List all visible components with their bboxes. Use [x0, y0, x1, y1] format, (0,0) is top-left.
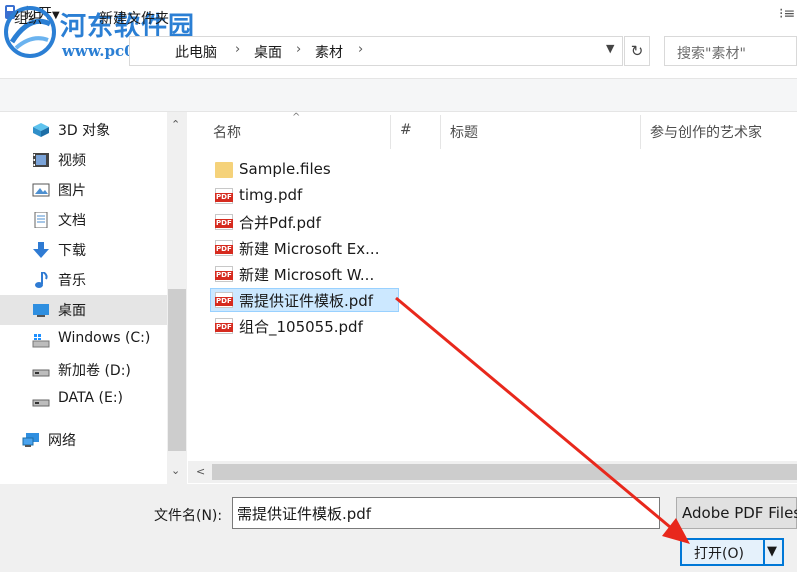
pdf-file-icon: PDF	[215, 266, 233, 282]
scroll-up-icon[interactable]: ⌃	[171, 118, 180, 131]
documents-icon	[34, 212, 48, 228]
file-name: Sample.files	[239, 160, 331, 178]
nav-label: 视频	[58, 153, 86, 169]
desktop-icon	[33, 304, 49, 317]
nav-item-network[interactable]: 网络	[0, 425, 167, 455]
nav-item-drive-e[interactable]: DATA (E:)	[0, 385, 167, 415]
file-row-selected[interactable]: PDF 需提供证件模板.pdf	[210, 288, 399, 312]
file-row[interactable]: Sample.files	[210, 158, 399, 182]
music-icon	[35, 272, 48, 288]
scroll-down-icon[interactable]: ⌄	[171, 464, 180, 477]
column-header-name[interactable]: 名称	[213, 122, 241, 142]
3d-objects-icon	[33, 123, 49, 137]
pdf-badge: PDF	[215, 297, 233, 306]
nav-item-3d-objects[interactable]: 3D 对象	[0, 115, 167, 145]
view-options-icon[interactable]: ⁝≡	[779, 6, 795, 22]
nav-item-drive-c[interactable]: Windows (C:)	[0, 325, 167, 355]
file-name: timg.pdf	[239, 186, 303, 204]
file-name: 需提供证件模板.pdf	[239, 292, 374, 310]
pdf-badge: PDF	[215, 219, 233, 228]
file-name: 组合_105055.pdf	[239, 318, 363, 336]
open-button-label: 打开(O)	[694, 546, 744, 562]
pdf-file-icon: PDF	[215, 292, 233, 308]
pdf-badge: PDF	[215, 193, 233, 202]
nav-label: 新加卷 (D:)	[58, 363, 131, 379]
nav-scrollbar-thumb[interactable]	[168, 289, 186, 451]
nav-label: 图片	[58, 183, 86, 199]
breadcrumb-separator[interactable]: ›	[358, 42, 363, 57]
nav-label: 文档	[58, 213, 86, 229]
search-placeholder: 搜索"素材"	[677, 46, 746, 62]
address-dropdown-icon[interactable]: ▼	[606, 42, 614, 55]
file-row[interactable]: PDF 新建 Microsoft Ex...	[210, 236, 399, 260]
refresh-icon: ↻	[630, 42, 644, 60]
file-row[interactable]: PDF 组合_105055.pdf	[210, 314, 399, 338]
horizontal-scrollbar-thumb[interactable]	[212, 464, 797, 480]
scroll-left-icon[interactable]: <	[196, 465, 205, 478]
network-icon	[22, 433, 39, 447]
refresh-button[interactable]: ↻	[624, 36, 650, 66]
pdf-file-icon: PDF	[215, 188, 233, 204]
address-bar[interactable]: 此电脑 › 桌面 › 素材 ›	[129, 36, 623, 66]
file-name: 新建 Microsoft Ex...	[239, 240, 380, 258]
filename-input[interactable]	[232, 497, 660, 529]
pdf-badge: PDF	[215, 271, 233, 280]
nav-item-videos[interactable]: 视频	[0, 145, 167, 175]
new-folder-button[interactable]: 新建文件夹	[99, 8, 169, 28]
nav-item-downloads[interactable]: 下载	[0, 235, 167, 265]
nav-item-documents[interactable]: 文档	[0, 205, 167, 235]
open-button[interactable]: 打开(O)	[680, 538, 765, 566]
nav-item-desktop[interactable]: 桌面	[0, 295, 167, 325]
search-input[interactable]: 搜索"素材"	[664, 36, 797, 66]
breadcrumb-materials[interactable]: 素材	[315, 42, 343, 62]
video-icon	[33, 153, 49, 167]
column-header-number[interactable]: #	[400, 122, 412, 138]
download-icon	[33, 242, 49, 258]
nav-label: 下载	[58, 243, 86, 259]
pictures-icon	[32, 183, 50, 197]
chevron-down-icon: ▼	[767, 544, 777, 559]
file-row[interactable]: PDF 合并Pdf.pdf	[210, 210, 399, 234]
open-options-button[interactable]: ▼	[764, 538, 784, 566]
drive-icon	[32, 369, 50, 377]
nav-label: DATA (E:)	[58, 390, 124, 406]
sort-ascending-icon: ^	[292, 112, 301, 123]
chevron-down-icon[interactable]: ▼	[52, 10, 60, 21]
nav-label: 网络	[48, 433, 76, 449]
breadcrumb-separator[interactable]: ›	[296, 42, 301, 57]
filetype-select[interactable]: Adobe PDF Files	[676, 497, 797, 529]
pdf-badge: PDF	[215, 245, 233, 254]
breadcrumb-separator[interactable]: ›	[235, 42, 240, 57]
nav-label: Windows (C:)	[58, 330, 151, 346]
nav-item-drive-d[interactable]: 新加卷 (D:)	[0, 355, 167, 385]
folder-icon	[215, 162, 233, 178]
column-header-artist[interactable]: 参与创作的艺术家	[650, 122, 762, 142]
nav-item-music[interactable]: 音乐	[0, 265, 167, 295]
column-header-title[interactable]: 标题	[450, 122, 478, 142]
breadcrumb-this-pc[interactable]: 此电脑	[175, 42, 217, 62]
file-row[interactable]: PDF 新建 Microsoft W...	[210, 262, 399, 286]
pdf-file-icon: PDF	[215, 214, 233, 230]
column-divider[interactable]	[440, 115, 441, 149]
drive-icon	[32, 399, 50, 407]
nav-label: 音乐	[58, 273, 86, 289]
nav-label: 桌面	[58, 303, 86, 319]
toolbar	[0, 78, 797, 112]
file-name: 新建 Microsoft W...	[239, 266, 375, 284]
column-divider[interactable]	[640, 115, 641, 149]
pdf-file-icon: PDF	[215, 318, 233, 334]
column-divider[interactable]	[390, 115, 391, 149]
filename-label: 文件名(N):	[154, 508, 223, 524]
filetype-value: Adobe PDF Files	[682, 504, 797, 522]
pdf-badge: PDF	[215, 323, 233, 332]
nav-item-pictures[interactable]: 图片	[0, 175, 167, 205]
drive-windows-icon	[32, 334, 50, 348]
pdf-file-icon: PDF	[215, 240, 233, 256]
nav-label: 3D 对象	[58, 123, 111, 139]
organize-button[interactable]: 组织	[14, 8, 42, 28]
file-row[interactable]: PDF timg.pdf	[210, 184, 399, 208]
breadcrumb-desktop[interactable]: 桌面	[254, 42, 282, 62]
file-name: 合并Pdf.pdf	[239, 214, 321, 232]
